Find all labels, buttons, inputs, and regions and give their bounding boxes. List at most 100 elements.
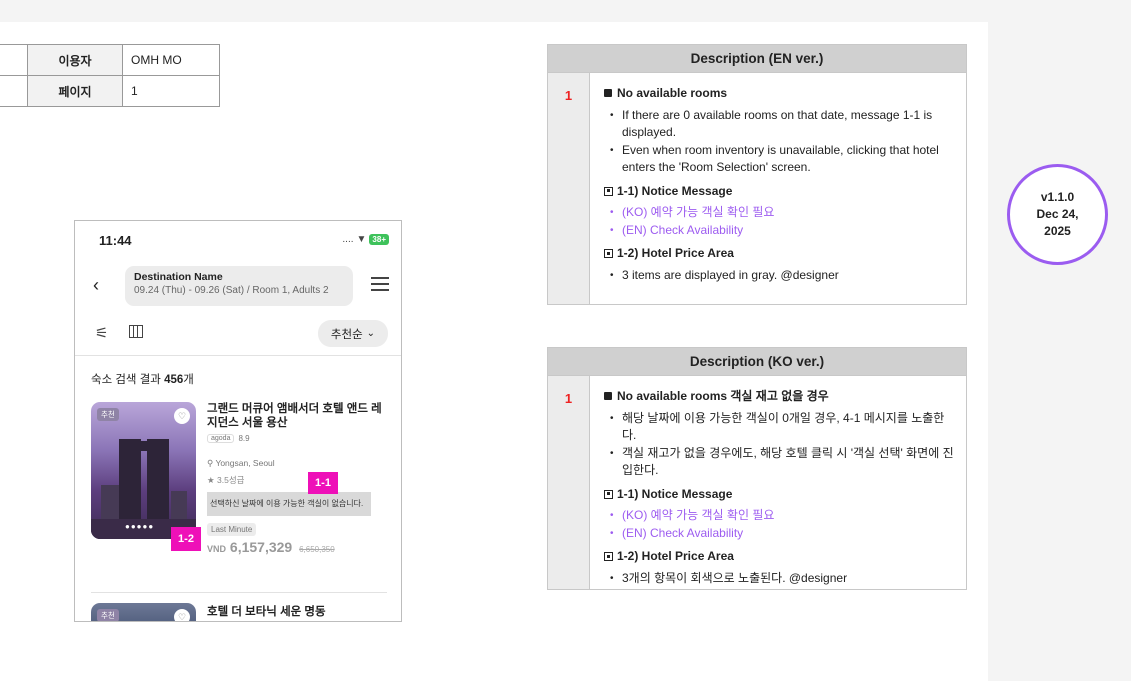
sort-dropdown[interactable]: 추천순 ⌄ <box>318 320 388 347</box>
version-number: v1.1.0 <box>1040 190 1075 204</box>
no-availability-notice: 선택하신 날짜에 이용 가능한 객실이 없습니다. <box>207 492 371 516</box>
subsection-heading: 1-2) Hotel Price Area <box>604 245 954 263</box>
meta-table: 이용자 OMH MO 페이지 1 <box>0 44 220 107</box>
bullet-item: (KO) 예약 가능 객실 확인 필요 <box>604 507 954 525</box>
bullet-item: If there are 0 available rooms on that d… <box>604 107 954 142</box>
building-shape <box>119 439 141 521</box>
back-chevron-icon[interactable]: ‹ <box>93 275 99 296</box>
star-icon: ★ <box>207 475 215 485</box>
last-minute-badge: Last Minute <box>207 523 257 536</box>
right-panel <box>988 22 1131 681</box>
description-en-panel: Description (EN ver.) 1 No available roo… <box>547 44 967 305</box>
version-year: 2025 <box>1044 224 1071 238</box>
result-count-number: 456 <box>164 374 184 386</box>
description-ko-content: No available rooms 객실 재고 없을 경우 해당 날짜에 이용… <box>604 388 954 587</box>
boxed-square-icon <box>604 249 613 258</box>
meta-cell-empty <box>0 44 28 76</box>
phone-mockup: 11:44 .... ▼ 38+ ‹ Destination Name 09.2… <box>74 220 402 622</box>
hotel-image[interactable]: 추천 ♡ <box>91 603 196 621</box>
meta-value-user: OMH MO <box>122 44 220 76</box>
price-currency: VND <box>207 544 227 554</box>
square-bullet-icon <box>604 89 612 97</box>
meta-cell-empty <box>0 75 28 107</box>
subsection-heading: 1-1) Notice Message <box>604 486 954 504</box>
meta-value-page: 1 <box>122 75 220 107</box>
heading-text: No available rooms <box>617 86 728 100</box>
result-prefix: 숙소 검색 결과 <box>91 374 165 386</box>
building-shape <box>119 441 169 451</box>
agoda-logo: agoda <box>207 434 235 443</box>
hotel-star-grade: ★ 3.5성급 <box>207 474 244 486</box>
subsection-text: 1-2) Hotel Price Area <box>617 549 734 563</box>
boxed-square-icon <box>604 186 613 196</box>
bullet-item: 3 items are displayed in gray. @designer <box>604 267 954 285</box>
description-ko-panel: Description (KO ver.) 1 No available roo… <box>547 347 967 590</box>
bullet-item: (EN) Check Availability <box>604 222 954 240</box>
destination-detail: 09.24 (Thu) - 09.26 (Sat) / Room 1, Adul… <box>134 285 329 296</box>
heading-text: No available rooms 객실 재고 없을 경우 <box>617 389 829 403</box>
heart-icon[interactable]: ♡ <box>174 408 190 424</box>
result-suffix: 개 <box>183 374 194 386</box>
hamburger-menu-icon[interactable] <box>371 277 389 291</box>
description-ko-title: Description (KO ver.) <box>548 348 966 376</box>
description-ko-body: 1 No available rooms 객실 재고 없을 경우 해당 날짜에 … <box>548 376 966 589</box>
wifi-icon: ▼ <box>356 234 367 245</box>
hotel-location: ⚲ Yongsan, Seoul <box>207 458 275 469</box>
bullet-item: (EN) Check Availability <box>604 525 954 543</box>
price-value: 6,157,329 <box>229 539 293 555</box>
bullet-item: (KO) 예약 가능 객실 확인 필요 <box>604 204 954 222</box>
annotation-badge-1-1: 1-1 <box>308 472 338 494</box>
item-number: 1 <box>548 73 590 304</box>
rating-score: 8.9 <box>238 434 250 443</box>
meta-row-user: 이용자 OMH MO <box>0 44 220 76</box>
result-count: 숙소 검색 결과 456개 <box>91 371 194 387</box>
meta-key-user: 이용자 <box>27 44 123 76</box>
sort-label: 추천순 <box>330 328 363 341</box>
subsection-heading: 1-2) Hotel Price Area <box>604 548 954 566</box>
subsection-text: 1-1) Notice Message <box>617 486 733 501</box>
hotel-name[interactable]: 호텔 더 보타닉 세운 명동 <box>207 603 326 619</box>
hotel-image[interactable]: 추천 ♡ ●●●●● <box>91 402 196 539</box>
section-heading: No available rooms 객실 재고 없을 경우 <box>604 388 954 406</box>
square-bullet-icon <box>604 392 612 400</box>
status-time: 11:44 <box>99 233 132 248</box>
version-date: Dec 24, <box>1036 207 1079 221</box>
section-heading: No available rooms <box>604 85 954 103</box>
list-divider <box>91 592 387 593</box>
annotation-badge-1-2: 1-2 <box>171 527 201 551</box>
subsection-heading: 1-1) Notice Message <box>604 183 954 201</box>
building-shape <box>147 439 169 521</box>
bullet-item: 3개의 항목이 회색으로 노출된다. @designer <box>604 570 954 588</box>
bullet-item: 해당 날짜에 이용 가능한 객실이 0개일 경우, 4-1 메시지를 노출한다. <box>604 410 954 445</box>
item-number: 1 <box>548 376 590 589</box>
filter-icon[interactable]: ⚟ <box>95 324 108 342</box>
meta-key-page: 페이지 <box>27 75 123 107</box>
heart-icon[interactable]: ♡ <box>174 609 190 621</box>
subsection-text: 1-2) Hotel Price Area <box>617 246 734 260</box>
star-grade-text: 3.5성급 <box>217 475 245 485</box>
carousel-dots: ●●●●● <box>125 522 155 531</box>
location-text: Yongsan, Seoul <box>215 458 275 468</box>
recommend-tag: 추천 <box>97 609 119 621</box>
map-icon[interactable] <box>129 325 143 338</box>
review-rating: agoda 8.9 <box>207 434 250 443</box>
status-icons: .... ▼ 38+ <box>342 234 389 245</box>
hotel-price: VND 6,157,329 6,650,350 <box>207 539 335 555</box>
description-en-body: 1 No available rooms If there are 0 avai… <box>548 73 966 304</box>
price-original: 6,650,350 <box>299 545 335 554</box>
header-divider <box>75 355 401 356</box>
description-en-content: No available rooms If there are 0 availa… <box>604 85 954 284</box>
hotel-name[interactable]: 그랜드 머큐어 앰배서더 호텔 앤드 레지던스 서울 용산 <box>207 402 387 430</box>
boxed-square-icon <box>604 552 613 561</box>
search-summary-pill[interactable]: Destination Name 09.24 (Thu) - 09.26 (Sa… <box>125 266 353 306</box>
building-shape <box>171 491 187 521</box>
recommend-tag: 추천 <box>97 408 119 421</box>
building-shape <box>101 485 119 521</box>
battery-icon: 38+ <box>369 234 389 245</box>
bullet-item: 객실 재고가 없을 경우에도, 해당 호텔 클릭 시 '객실 선택' 화면에 진… <box>604 445 954 480</box>
signal-icon: .... <box>342 234 354 245</box>
description-en-title: Description (EN ver.) <box>548 45 966 73</box>
boxed-square-icon <box>604 489 613 499</box>
chevron-down-icon: ⌄ <box>366 328 376 339</box>
destination-name: Destination Name <box>134 271 223 283</box>
